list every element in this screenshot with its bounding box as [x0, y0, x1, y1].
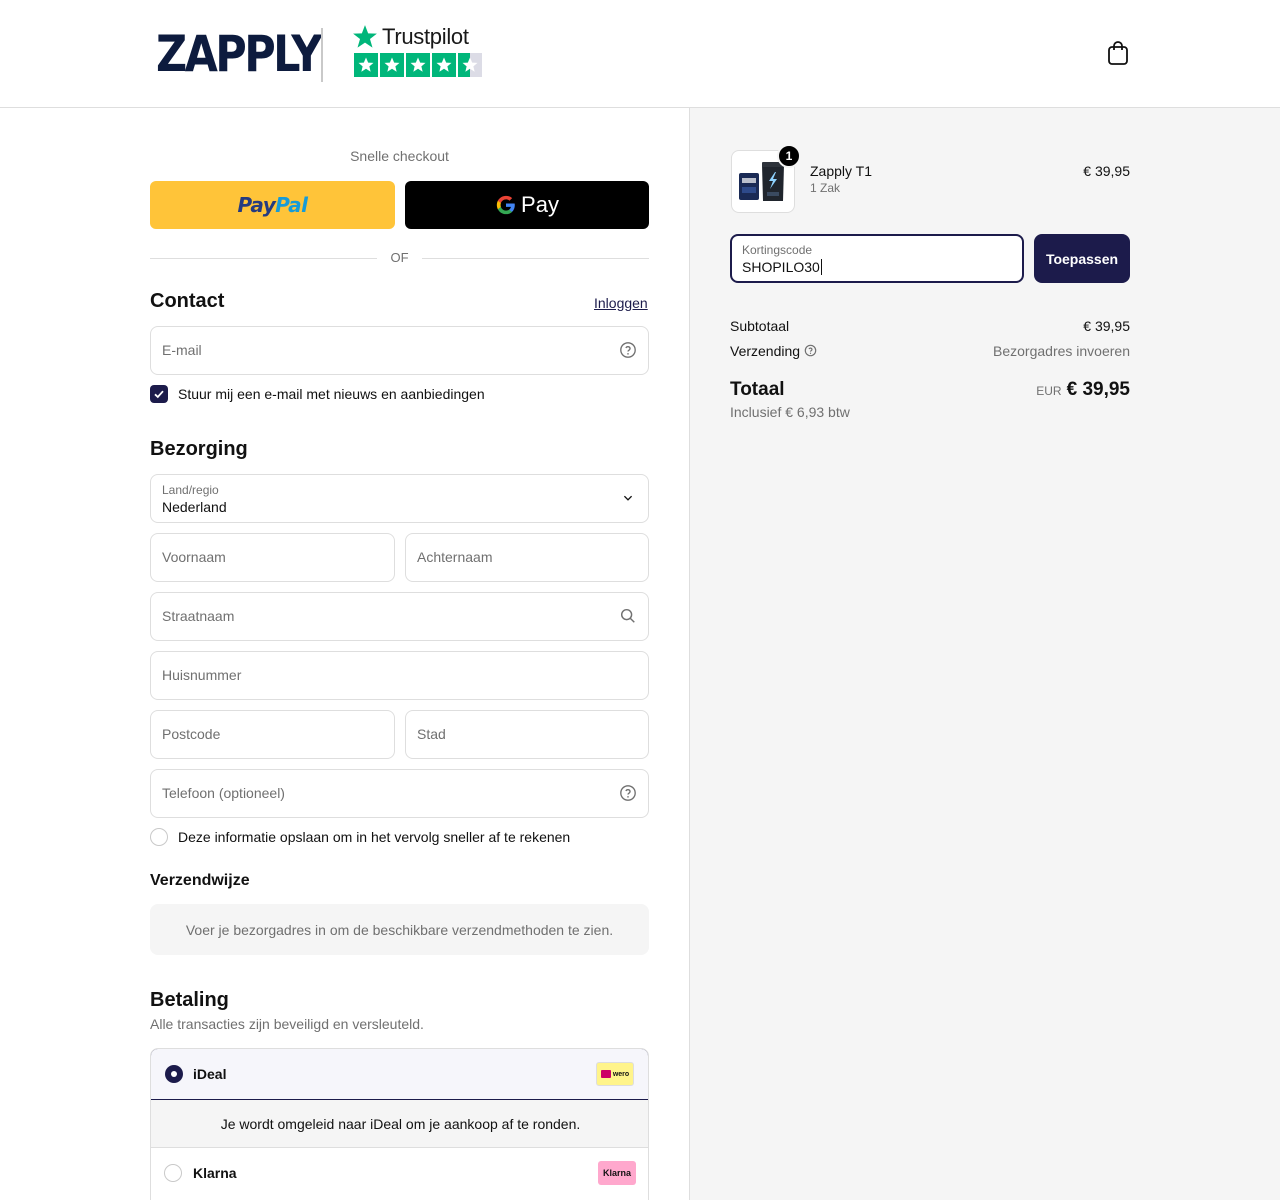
payment-option-klarna[interactable]: Klarna Klarna: [151, 1148, 648, 1200]
google-pay-button[interactable]: Pay: [405, 181, 649, 229]
newsletter-checkbox[interactable]: [150, 385, 168, 403]
rating-star-icon: [432, 53, 456, 77]
total-currency: EUR: [1036, 384, 1062, 398]
shipping-row: Verzending Bezorgadres invoeren: [730, 343, 1130, 363]
or-divider: OF: [150, 250, 649, 266]
city-field[interactable]: Stad: [405, 710, 649, 759]
save-info-checkbox-row[interactable]: Deze informatie opslaan om in het vervol…: [150, 828, 570, 846]
newsletter-checkbox-row[interactable]: Stuur mij een e-mail met nieuws en aanbi…: [150, 385, 485, 403]
country-label: Land/regio: [162, 483, 219, 497]
ideal-label: iDeal: [193, 1066, 227, 1082]
shipping-notice: Voer je bezorgadres in om de beschikbare…: [150, 904, 649, 955]
shipping-value: Bezorgadres invoeren: [993, 343, 1130, 359]
ideal-redirect-notice: Je wordt omgeleid naar iDeal om je aanko…: [151, 1100, 648, 1148]
header-divider: [321, 28, 323, 82]
shipping-label: Verzending: [730, 343, 801, 359]
google-g-icon: [496, 195, 515, 215]
shipping-title: Verzendwijze: [150, 872, 250, 889]
ideal-wero-badge-icon: wero: [596, 1062, 634, 1086]
help-circle-icon[interactable]: [804, 344, 817, 357]
apply-discount-button[interactable]: Toepassen: [1034, 234, 1130, 283]
paypal-logo: PayPal: [237, 193, 308, 217]
phone-field[interactable]: Telefoon (optioneel): [150, 769, 649, 818]
help-circle-icon[interactable]: [619, 784, 637, 802]
trustpilot-label: Trustpilot: [382, 24, 469, 49]
country-select[interactable]: Land/regio Nederland: [150, 474, 649, 523]
google-pay-label: Pay: [521, 192, 559, 217]
subtotal-value: € 39,95: [1083, 318, 1130, 334]
brand-logo[interactable]: ZAPPLY: [156, 28, 322, 80]
product-variant: 1 Zak: [810, 181, 841, 195]
shopping-bag-icon[interactable]: [1106, 40, 1130, 66]
help-circle-icon[interactable]: [619, 341, 637, 359]
discount-code-field[interactable]: Kortingscode SHOPILO30: [730, 234, 1024, 283]
house-number-field[interactable]: Huisnummer: [150, 651, 649, 700]
rating-star-icon: [354, 53, 378, 77]
search-icon: [620, 608, 635, 623]
country-value: Nederland: [162, 499, 227, 515]
express-checkout-label: Snelle checkout: [350, 148, 449, 164]
header: ZAPPLY Trustpilot: [0, 0, 1280, 108]
ideal-radio[interactable]: [165, 1065, 183, 1083]
discount-code-value: SHOPILO30: [742, 259, 822, 275]
contact-title: Contact: [150, 290, 225, 312]
house-number-placeholder: Huisnummer: [162, 667, 242, 683]
tax-line: Inclusief € 6,93 btw: [730, 404, 850, 420]
discount-code-label: Kortingscode: [742, 243, 813, 257]
first-name-field[interactable]: Voornaam: [150, 533, 395, 582]
klarna-badge-icon: Klarna: [598, 1161, 636, 1185]
payment-subtitle: Alle transacties zijn beveiligd en versl…: [150, 1016, 424, 1032]
street-placeholder: Straatnaam: [162, 608, 235, 624]
rating-half-star-icon: [458, 53, 482, 77]
email-placeholder: E-mail: [162, 342, 202, 358]
rating-star-icon: [406, 53, 430, 77]
last-name-field[interactable]: Achternaam: [405, 533, 649, 582]
divider-line: [422, 258, 649, 259]
product-price: € 39,95: [1083, 163, 1130, 179]
rating-star-icon: [380, 53, 404, 77]
klarna-label: Klarna: [193, 1165, 237, 1181]
payment-options: iDeal wero Je wordt omgeleid naar iDeal …: [150, 1048, 649, 1200]
klarna-radio[interactable]: [164, 1164, 182, 1182]
last-name-placeholder: Achternaam: [417, 549, 493, 565]
trustpilot-title: Trustpilot: [352, 24, 469, 50]
total-label: Totaal: [730, 379, 785, 400]
subtotal-label: Subtotaal: [730, 318, 790, 334]
postcode-field[interactable]: Postcode: [150, 710, 395, 759]
paypal-button[interactable]: PayPal: [150, 181, 395, 229]
save-info-checkbox[interactable]: [150, 828, 168, 846]
trustpilot-rating: Trustpilot: [352, 24, 486, 78]
city-placeholder: Stad: [417, 726, 446, 742]
trustpilot-stars: [354, 53, 482, 77]
delivery-title: Bezorging: [150, 438, 248, 460]
street-field[interactable]: Straatnaam: [150, 592, 649, 641]
phone-placeholder: Telefoon (optioneel): [162, 785, 285, 801]
payment-option-ideal[interactable]: iDeal wero: [151, 1049, 648, 1100]
product-name: Zapply T1: [810, 163, 872, 179]
payment-title: Betaling: [150, 989, 229, 1011]
save-info-label: Deze informatie opslaan om in het vervol…: [178, 829, 571, 845]
login-link[interactable]: Inloggen: [594, 295, 648, 311]
checkmark-icon: [154, 390, 164, 399]
trustpilot-star-icon: [353, 25, 377, 48]
total-value: € 39,95: [1066, 379, 1130, 400]
subtotal-row: Subtotaal € 39,95: [730, 318, 1130, 338]
email-field[interactable]: E-mail: [150, 326, 649, 375]
chevron-down-icon: [623, 495, 633, 501]
product-quantity-badge: 1: [777, 144, 801, 168]
first-name-placeholder: Voornaam: [162, 549, 226, 565]
total-row: EUR € 39,95: [980, 379, 1130, 401]
newsletter-label: Stuur mij een e-mail met nieuws en aanbi…: [178, 386, 485, 402]
postcode-placeholder: Postcode: [162, 726, 221, 742]
